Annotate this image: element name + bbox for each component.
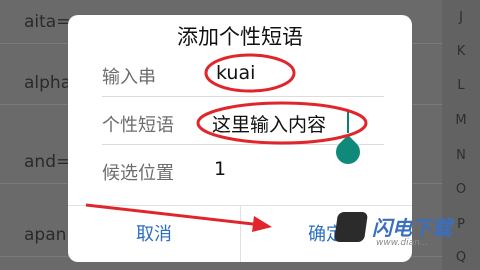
index-letter[interactable]: K <box>442 44 480 59</box>
dialog-title: 添加个性短语 <box>177 25 303 49</box>
text-cursor <box>347 111 349 133</box>
input-string-label: 输入串 <box>102 67 156 88</box>
index-letter[interactable]: N <box>442 148 480 163</box>
candidate-position-label: 候选位置 <box>102 163 174 184</box>
watermark-url: www.dian... <box>376 238 429 248</box>
index-letter[interactable]: O <box>442 182 480 197</box>
index-letter[interactable]: J <box>442 10 480 25</box>
lightning-logo-icon <box>333 212 369 242</box>
index-letter[interactable]: M <box>442 113 480 128</box>
custom-phrase-label: 个性短语 <box>102 115 174 136</box>
custom-phrase-value[interactable]: 这里输入内容 <box>212 110 326 137</box>
input-string-value[interactable]: kuai <box>216 62 255 84</box>
candidate-position-value[interactable]: 1 <box>214 158 226 180</box>
watermark-brand: 闪电下载 <box>372 216 452 240</box>
candidate-position-field[interactable]: 候选位置 1 <box>68 149 412 193</box>
custom-phrase-field[interactable]: 个性短语 这里输入内容 <box>68 101 412 145</box>
watermark: 闪电下载 www.dian... <box>333 210 476 256</box>
divider <box>102 96 384 97</box>
input-string-field[interactable]: 输入串 kuai <box>68 53 412 97</box>
index-letter[interactable]: L <box>442 78 480 93</box>
cancel-button[interactable]: 取消 <box>68 206 240 262</box>
